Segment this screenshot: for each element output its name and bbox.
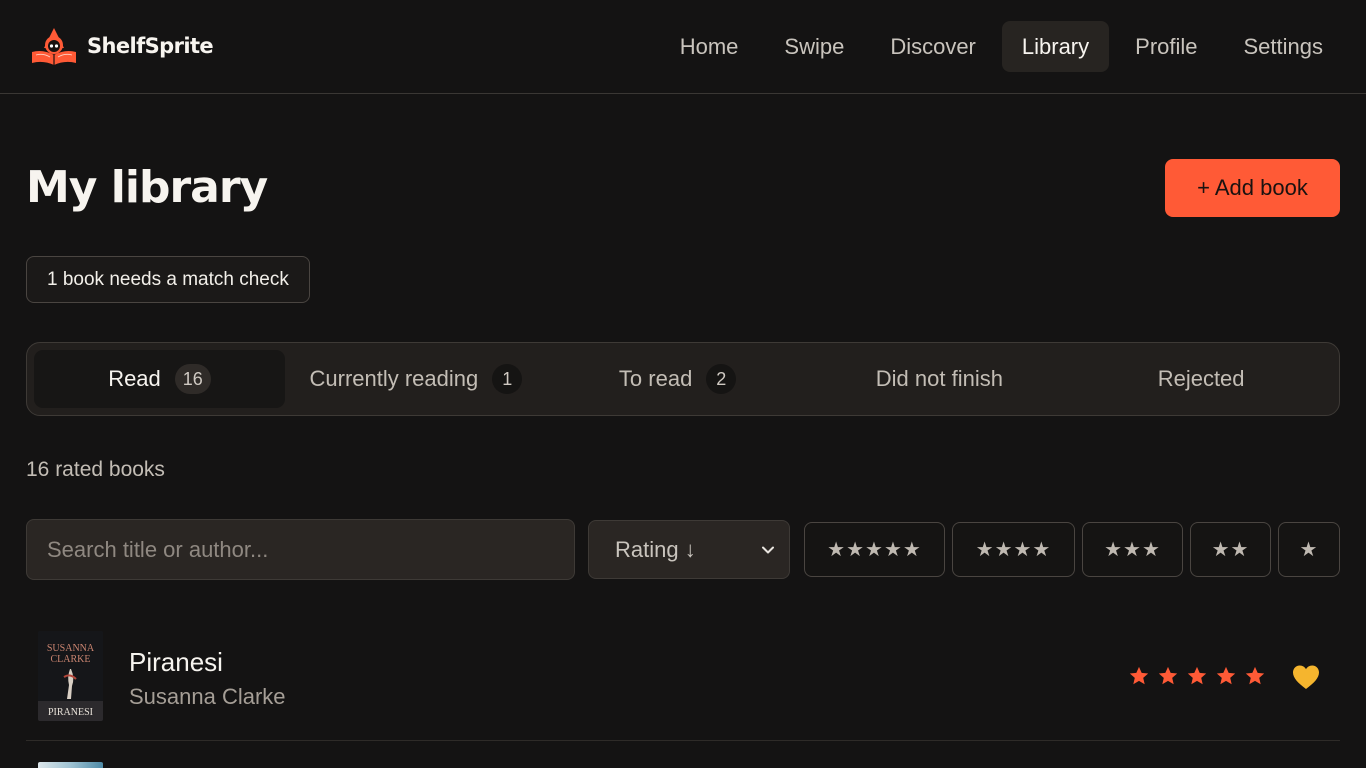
book-list-item[interactable] <box>26 742 1340 768</box>
tab-did-not-finish[interactable]: Did not finish <box>809 350 1071 408</box>
rated-count: 16 rated books <box>26 458 165 481</box>
star-icon[interactable] <box>1244 665 1266 687</box>
brand[interactable]: ShelfSprite <box>30 26 214 66</box>
top-header: ShelfSprite Home Swipe Discover Library … <box>0 0 1366 94</box>
main-nav: Home Swipe Discover Library Profile Sett… <box>654 21 1343 72</box>
tab-count-badge: 16 <box>174 364 211 394</box>
book-list-item[interactable]: SUSANNA CLARKE PIRANESI Piranesi Susanna… <box>26 620 1340 741</box>
library-tabs: Read 16 Currently reading 1 To read 2 Di… <box>26 342 1340 416</box>
star-icon[interactable] <box>1215 665 1237 687</box>
search-input[interactable] <box>26 519 575 580</box>
tab-label: Read <box>108 366 161 391</box>
tab-label: To read <box>618 366 693 391</box>
tab-label: Rejected <box>1157 366 1245 391</box>
sort-select[interactable]: Rating ↓ <box>588 520 790 579</box>
star-icon[interactable] <box>1186 665 1208 687</box>
star-icon[interactable] <box>1157 665 1179 687</box>
tab-count-badge: 2 <box>706 364 737 394</box>
nav-home[interactable]: Home <box>660 21 759 72</box>
cover-title-text: PIRANESI <box>48 707 93 718</box>
brand-name: ShelfSprite <box>87 34 214 58</box>
logo-icon <box>32 28 76 65</box>
filter-4-stars[interactable]: ★★★★ <box>952 522 1075 577</box>
filter-3-stars[interactable]: ★★★ <box>1082 522 1183 577</box>
tab-currently-reading[interactable]: Currently reading 1 <box>285 350 547 408</box>
match-check-notice[interactable]: 1 book needs a match check <box>26 256 310 303</box>
book-author: Susanna Clarke <box>129 684 286 709</box>
heart-icon[interactable] <box>1292 664 1320 690</box>
filter-5-stars[interactable]: ★★★★★ <box>804 522 945 577</box>
filter-2-stars[interactable]: ★★ <box>1190 522 1271 577</box>
page-title: My library <box>26 162 268 213</box>
tab-count-badge: 1 <box>492 364 523 394</box>
cover-author-text-2: CLARKE <box>51 654 91 665</box>
book-cover <box>38 762 103 768</box>
tab-label: Did not finish <box>875 366 1003 391</box>
filter-1-star[interactable]: ★ <box>1278 522 1340 577</box>
tab-rejected[interactable]: Rejected <box>1070 350 1332 408</box>
sort-value: Rating ↓ <box>615 536 696 562</box>
book-title[interactable]: Piranesi <box>129 647 223 678</box>
book-rating[interactable] <box>1128 665 1266 687</box>
nav-profile[interactable]: Profile <box>1115 21 1217 72</box>
nav-swipe[interactable]: Swipe <box>764 21 864 72</box>
tab-label: Currently reading <box>309 366 479 391</box>
add-book-button[interactable]: + Add book <box>1165 159 1340 217</box>
tab-read[interactable]: Read 16 <box>34 350 285 408</box>
cover-author-text: SUSANNA <box>47 643 95 654</box>
star-icon[interactable] <box>1128 665 1150 687</box>
chevron-down-icon <box>762 546 774 553</box>
nav-discover[interactable]: Discover <box>870 21 996 72</box>
book-cover: SUSANNA CLARKE PIRANESI <box>38 631 103 721</box>
nav-settings[interactable]: Settings <box>1224 21 1344 72</box>
tab-to-read[interactable]: To read 2 <box>547 350 809 408</box>
nav-library[interactable]: Library <box>1001 21 1110 72</box>
